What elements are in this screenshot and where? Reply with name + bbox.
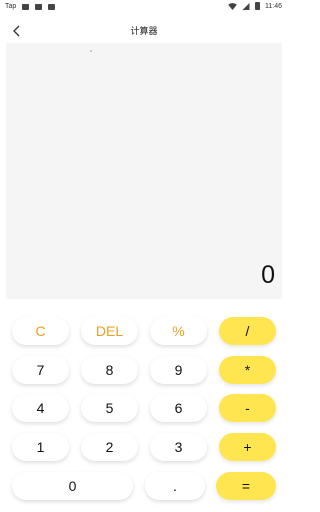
cursor-dot xyxy=(90,50,92,52)
status-time: 11:46 xyxy=(265,2,282,10)
status-app-label: Tap xyxy=(5,3,17,10)
digit-6-button[interactable]: 6 xyxy=(150,394,207,422)
plus-button[interactable]: + xyxy=(219,433,276,461)
digit-8-button[interactable]: 8 xyxy=(81,356,138,384)
digit-2-button[interactable]: 2 xyxy=(81,433,138,461)
display-value: 0 xyxy=(261,261,275,289)
digit-5-button[interactable]: 5 xyxy=(81,394,138,422)
digit-7-button[interactable]: 7 xyxy=(12,356,69,384)
decimal-button[interactable]: . xyxy=(145,472,205,500)
digit-1-button[interactable]: 1 xyxy=(12,433,69,461)
delete-button[interactable]: DEL xyxy=(81,317,138,345)
digit-0-button[interactable]: 0 xyxy=(12,472,133,500)
percent-button[interactable]: % xyxy=(150,317,207,345)
clear-button[interactable]: C xyxy=(12,317,69,345)
equals-button[interactable]: = xyxy=(216,472,276,500)
calculator-display: 0 xyxy=(6,43,282,299)
gallery-icon xyxy=(48,3,56,10)
image-icon xyxy=(22,3,30,10)
status-bar: Tap 11:46 xyxy=(0,0,288,14)
digit-9-button[interactable]: 9 xyxy=(150,356,207,384)
divide-button[interactable]: / xyxy=(219,317,276,345)
signal-icon xyxy=(242,2,250,10)
multiply-button[interactable]: * xyxy=(219,356,276,384)
wifi-icon xyxy=(228,2,237,10)
minus-button[interactable]: - xyxy=(219,394,276,422)
digit-3-button[interactable]: 3 xyxy=(150,433,207,461)
app-icon xyxy=(35,3,43,10)
status-right: 11:46 xyxy=(228,2,282,10)
page-title: 计算器 xyxy=(130,26,158,36)
battery-icon xyxy=(255,2,260,10)
digit-4-button[interactable]: 4 xyxy=(12,394,69,422)
status-left: Tap xyxy=(5,3,56,10)
